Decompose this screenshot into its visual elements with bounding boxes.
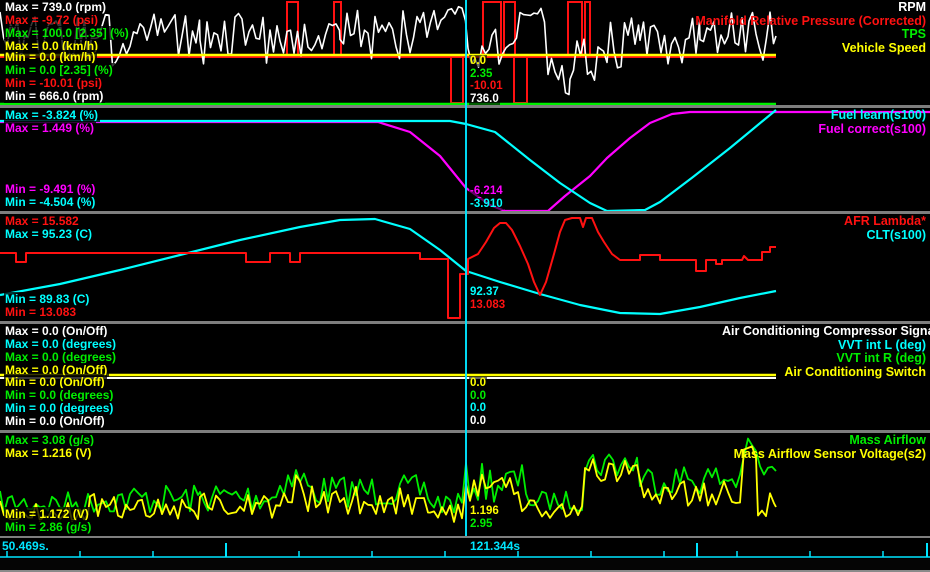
stat-line: Max = -9.72 (psi) xyxy=(4,12,101,27)
cursor-readouts: 0.0 0.0 0.0 0.0 xyxy=(469,377,487,427)
stat-line: Max = 1.216 (V) xyxy=(4,445,94,460)
stat-line: Min = 2.86 (g/s) xyxy=(4,520,94,535)
min-stats: Min = -9.491 (%) Min = -4.504 (%) xyxy=(4,182,98,210)
stat-line: Min = 0.0 (On/Off) xyxy=(4,414,107,429)
cursor-value: 2.95 xyxy=(469,517,494,530)
stat-line: Max = 0.0 (degrees) xyxy=(4,336,119,351)
min-stats: Min = 0.0 (km/h) Min = 0.0 [2.35] (%) Min … xyxy=(4,50,115,104)
stat-line: Max = 1.449 (%) xyxy=(4,120,97,135)
max-stats: Max = -3.824 (%) Max = 1.449 (%) xyxy=(4,108,101,135)
channel-label[interactable]: VVT int R (deg) xyxy=(722,351,926,366)
timeline-ticks xyxy=(0,543,930,558)
channel-labels: Mass Airflow Mass Airflow Sensor Voltage(… xyxy=(734,433,926,462)
max-stats: Max = 15.582 Max = 95.23 (C) xyxy=(4,214,95,241)
cursor-value: -3.910 xyxy=(469,197,504,210)
stat-line: Min = -4.504 (%) xyxy=(4,195,98,210)
channel-label[interactable]: AFR Lambda* xyxy=(844,214,926,229)
channel-label[interactable]: Fuel correct(s100) xyxy=(818,122,926,137)
cursor-readouts: 92.37 13.083 xyxy=(469,286,507,311)
max-stats: Max = 739.0 (rpm) Max = -9.72 (psi) Max = … xyxy=(4,0,131,53)
channel-label[interactable]: Manifold Relative Pressure (Corrected) xyxy=(695,14,926,29)
channel-label[interactable]: Vehicle Speed xyxy=(695,41,926,56)
stat-line: Max = 100.0 [2.35] (%) xyxy=(4,25,131,40)
channel-labels: Fuel learn(s100) Fuel correct(s100) xyxy=(818,108,926,137)
cursor-value: 0.0 xyxy=(469,389,487,402)
stat-line: Max = 0.0 (degrees) xyxy=(4,349,119,364)
channel-labels: RPM Manifold Relative Pressure (Corrected… xyxy=(695,0,926,56)
cursor-value: 92.37 xyxy=(469,286,500,298)
cursor-value: 0.0 xyxy=(469,402,487,414)
stat-line: Max = 739.0 (rpm) xyxy=(4,0,109,14)
cursor-value: 13.083 xyxy=(469,298,507,311)
min-stats: Min = 89.83 (C) Min = 13.083 xyxy=(4,292,92,320)
cursor-value: 0.0 xyxy=(469,55,487,67)
stat-line: Max = 3.08 (g/s) xyxy=(4,433,97,447)
cursor-value: 1.196 xyxy=(469,505,500,517)
channel-label[interactable]: Mass Airflow Sensor Voltage(s2) xyxy=(734,447,926,462)
stat-line: Max = -3.824 (%) xyxy=(4,108,101,122)
cursor-readouts: -6.214 -3.910 xyxy=(469,185,504,210)
channel-labels: Air Conditioning Compressor Signal VVT in… xyxy=(722,324,930,380)
cursor-line[interactable] xyxy=(465,0,467,557)
channel-label[interactable]: TPS xyxy=(695,27,926,42)
channel-label[interactable]: Air Conditioning Switch xyxy=(722,365,926,380)
max-stats: Max = 0.0 (On/Off) Max = 0.0 (degrees) Max… xyxy=(4,324,119,377)
stat-line: Max = 0.0 (On/Off) xyxy=(4,324,110,338)
channel-label[interactable]: RPM xyxy=(695,0,926,15)
timeline-bar[interactable]: 50.469s. 121.344s xyxy=(0,536,930,559)
cursor-value: 2.35 xyxy=(469,67,494,80)
max-stats: Max = 3.08 (g/s) Max = 1.216 (V) xyxy=(4,433,97,460)
channel-label[interactable]: VVT int L (deg) xyxy=(722,338,926,353)
stat-line: Min = 666.0 (rpm) xyxy=(4,89,106,104)
status-bar: Graph by MegaLogViewer HD 4.4.23 https:/… xyxy=(0,559,930,572)
cursor-value: 0.0 xyxy=(469,414,487,427)
stat-line: Max = 15.582 xyxy=(4,214,81,228)
cursor-value: 736.0 xyxy=(469,92,500,105)
stat-line: Min = 13.083 xyxy=(4,305,79,320)
cursor-readouts: 0.0 2.35 -10.01 736.0 xyxy=(469,55,504,105)
cursor-value: -10.01 xyxy=(469,80,504,92)
min-stats: Min = 1.172 (V) Min = 2.86 (g/s) xyxy=(4,507,94,535)
channel-label[interactable]: Fuel learn(s100) xyxy=(818,108,926,123)
channel-label[interactable]: CLT(s100) xyxy=(844,228,926,243)
cursor-value: -6.214 xyxy=(469,185,504,197)
channel-label[interactable]: Air Conditioning Compressor Signal xyxy=(722,324,930,339)
stat-line: Max = 95.23 (C) xyxy=(4,226,95,241)
channel-labels: AFR Lambda* CLT(s100) xyxy=(844,214,926,243)
cursor-readouts: 1.196 2.95 xyxy=(469,505,500,530)
megalogviewer-window: Max = 739.0 (rpm) Max = -9.72 (psi) Max = … xyxy=(0,0,930,572)
cursor-value: 0.0 xyxy=(469,377,487,389)
channel-label[interactable]: Mass Airflow xyxy=(734,433,926,448)
min-stats: Min = 0.0 (On/Off) Min = 0.0 (degrees) Min… xyxy=(4,375,116,429)
